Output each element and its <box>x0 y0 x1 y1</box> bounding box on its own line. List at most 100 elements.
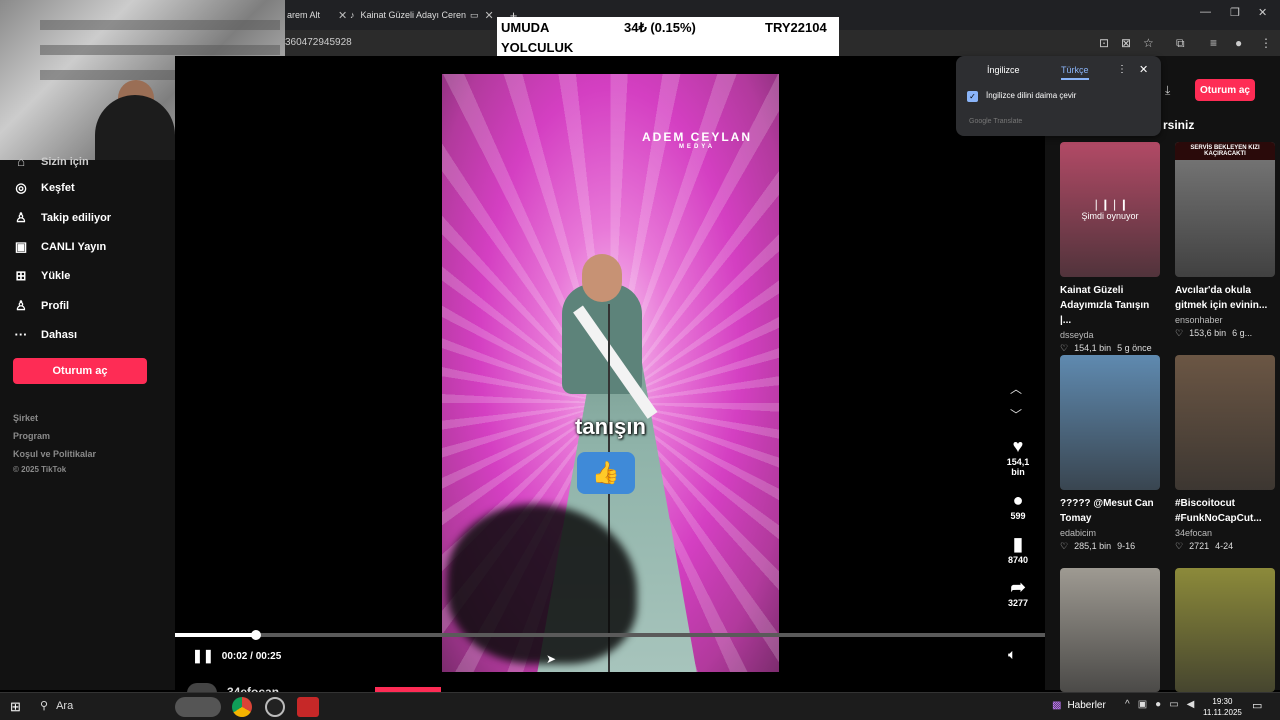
translate-popup: İngilizce Türkçe ⋮ ✕ ✓ İngilizce dilini … <box>956 56 1161 136</box>
maximize-icon[interactable]: ❐ <box>1230 6 1240 19</box>
profile-icon[interactable]: ● <box>1235 36 1242 50</box>
sidebar: ⌂ Sizin için ◎ Keşfet ♙ Takip ediliyor ▣… <box>0 154 175 690</box>
save-button[interactable]: ▮ 8740 <box>1003 534 1033 565</box>
stock-ticker: UMUDA YOLCULUK 34₺ (0.15%) TRY22104 <box>497 17 839 57</box>
minimize-icon[interactable]: — <box>1200 6 1211 18</box>
card-meta: ♡ 154,1 bin 5 g önce <box>1060 343 1152 353</box>
like-button[interactable]: ♥ 154,1 bin <box>1003 436 1033 477</box>
home-icon: ⌂ <box>17 154 25 169</box>
user-icon: ♙ <box>15 210 27 225</box>
close-window-icon[interactable]: ✕ <box>1258 6 1267 19</box>
download-icon[interactable]: ⤓ <box>1165 83 1170 98</box>
ticker-name-line1: UMUDA <box>501 20 550 35</box>
close-icon[interactable]: ✕ <box>338 9 347 22</box>
volume-icon[interactable]: 🔈︎ <box>1008 646 1016 663</box>
sidebar-item-more[interactable]: ··· Dahası <box>13 327 78 342</box>
share-button[interactable]: ➦ 3277 <box>1003 577 1033 608</box>
taskbar-search[interactable]: ⚲ Ara <box>40 699 73 713</box>
install-icon[interactable]: ⊡ <box>1099 36 1109 50</box>
obs-icon[interactable] <box>265 697 285 717</box>
chevron-down-icon[interactable]: ﹀ <box>1010 406 1022 423</box>
upload-icon: ⊞ <box>15 268 27 283</box>
lang-from-tab[interactable]: İngilizce <box>987 65 1020 75</box>
video-thumbnail[interactable] <box>1175 355 1275 490</box>
card-author[interactable]: dsseyda <box>1060 330 1160 340</box>
sidebar-item-following[interactable]: ♙ Takip ediliyor <box>13 210 111 226</box>
media-icon[interactable]: ≡ <box>1210 36 1217 50</box>
taskbar-clock[interactable]: 19:30 11.11.2025 <box>1203 696 1242 718</box>
card-author[interactable]: edabicim <box>1060 528 1160 538</box>
card-title[interactable]: ????? @Mesut Can Tomay <box>1060 496 1160 526</box>
url-text[interactable]: 360472945928 <box>285 37 352 48</box>
always-translate-label: İngilizce dilini daima çevir <box>986 91 1077 100</box>
footer-link-company[interactable]: Şirket <box>13 413 38 423</box>
login-button[interactable]: Oturum aç <box>13 358 147 384</box>
kebab-menu-icon[interactable]: ⋮ <box>1117 64 1127 75</box>
ticker-code: TRY22104 <box>765 20 827 35</box>
sidebar-item-live[interactable]: ▣ CANLI Yayın <box>13 239 106 255</box>
compass-icon: ◎ <box>15 180 27 195</box>
browser-tab-active[interactable]: ♪ Kainat Güzeli Adayı Ceren <box>350 6 466 24</box>
heart-icon: ♡ <box>1175 328 1184 338</box>
comment-button[interactable]: ● 599 <box>1003 490 1033 521</box>
app-icon[interactable] <box>297 697 319 717</box>
sidebar-item-upload[interactable]: ⊞ Yükle <box>13 268 71 284</box>
mic-icon[interactable]: ● <box>1155 699 1161 710</box>
ticker-price: 34₺ (0.15%) <box>624 20 696 35</box>
browser-tab[interactable]: arem Alt ✕ <box>287 6 347 24</box>
card-title[interactable]: #Biscoitocut #FunkNoCapCut... <box>1175 496 1275 526</box>
video-thumbnail[interactable] <box>1175 568 1275 692</box>
card-author[interactable]: 34efocan <box>1175 528 1275 538</box>
extensions-icon[interactable]: ⧉ <box>1176 36 1185 51</box>
always-translate-checkbox[interactable]: ✓ <box>967 91 978 102</box>
windows-taskbar: ⊞ ⚲ Ara ▩ Haberler ^ ▣ ● ▭ ◀ 19:30 11.11… <box>0 692 1280 720</box>
volume-icon[interactable]: ◀ <box>1187 699 1195 710</box>
sidebar-item-profile[interactable]: ♙ Profil <box>13 298 69 314</box>
footer-link-terms[interactable]: Koşul ve Politikalar <box>13 449 96 459</box>
pause-icon[interactable]: ❚❚ <box>192 648 214 664</box>
video-card[interactable]: #Biscoitocut #FunkNoCapCut... 34efocan ♡… <box>1175 355 1275 552</box>
network-icon[interactable]: ▭ <box>1169 699 1178 710</box>
playback-controls: ❚❚ 00:02 / 00:25 <box>192 648 281 664</box>
menu-icon[interactable]: ⋮ <box>1260 36 1272 50</box>
header-login-button[interactable]: Oturum aç <box>1195 79 1255 101</box>
like-count: 154,1 bin <box>1006 457 1030 477</box>
sidebar-item-explore[interactable]: ◎ Keşfet <box>13 180 74 196</box>
ticker-name-line2: YOLCULUK <box>501 40 574 55</box>
footer-link-program[interactable]: Program <box>13 431 50 441</box>
chevron-up-icon[interactable]: ︿ <box>1010 380 1022 397</box>
video-thumbnail[interactable]: ❘❙❘❙ Şimdi oynuyor <box>1060 142 1160 277</box>
notification-icon[interactable]: ▭ <box>1252 699 1262 712</box>
chrome-icon[interactable] <box>232 697 252 717</box>
camera-icon[interactable]: ▣ <box>1138 699 1147 710</box>
card-title[interactable]: Avcılar'da okula gitmek için evinin... <box>1175 283 1275 313</box>
video-thumbnail[interactable]: SERVİS BEKLEYEN KIZI KAÇIRACAKTI <box>1175 142 1275 277</box>
video-card[interactable] <box>1060 568 1160 692</box>
video-thumbnail[interactable] <box>1060 355 1160 490</box>
close-icon[interactable]: ✕ <box>485 9 494 22</box>
copyright: © 2025 TikTok <box>13 465 67 474</box>
card-title[interactable]: Kainat Güzeli Adayımızla Tanışın |... <box>1060 283 1160 328</box>
video-frame[interactable]: ADEM CEYLAN MEDYA tanışın 👍 <box>442 74 779 672</box>
video-thumbnail[interactable] <box>1060 568 1160 692</box>
video-card[interactable] <box>1175 568 1275 692</box>
chevron-up-icon[interactable]: ^ <box>1125 699 1130 710</box>
video-card[interactable]: SERVİS BEKLEYEN KIZI KAÇIRACAKTI Avcılar… <box>1175 142 1275 339</box>
windows-start-icon[interactable]: ⊞ <box>10 699 21 715</box>
progress-handle[interactable] <box>250 630 261 640</box>
lang-to-tab[interactable]: Türkçe <box>1061 65 1089 80</box>
close-icon[interactable]: ✕ <box>1139 63 1148 76</box>
heart-icon: ♡ <box>1060 541 1069 551</box>
card-meta: ♡ 153,6 bin 6 g... <box>1175 328 1253 338</box>
taskbar-app-avatar[interactable] <box>175 697 221 717</box>
bookmark-star-icon[interactable]: ☆ <box>1143 36 1154 50</box>
video-card[interactable]: ❘❙❘❙ Şimdi oynuyor Kainat Güzeli Adayımı… <box>1060 142 1160 354</box>
sidebar-item-for-you[interactable]: ⌂ Sizin için <box>13 154 89 169</box>
video-card[interactable]: ????? @Mesut Can Tomay edabicim ♡ 285,1 b… <box>1060 355 1160 552</box>
translate-icon[interactable]: ⊠ <box>1121 36 1131 50</box>
video-caption: tanışın <box>575 414 646 439</box>
progress-bar[interactable] <box>175 630 1045 640</box>
news-widget[interactable]: ▩ Haberler <box>1052 700 1106 711</box>
comment-icon: ● <box>1012 490 1024 510</box>
card-author[interactable]: ensonhaber <box>1175 315 1275 325</box>
